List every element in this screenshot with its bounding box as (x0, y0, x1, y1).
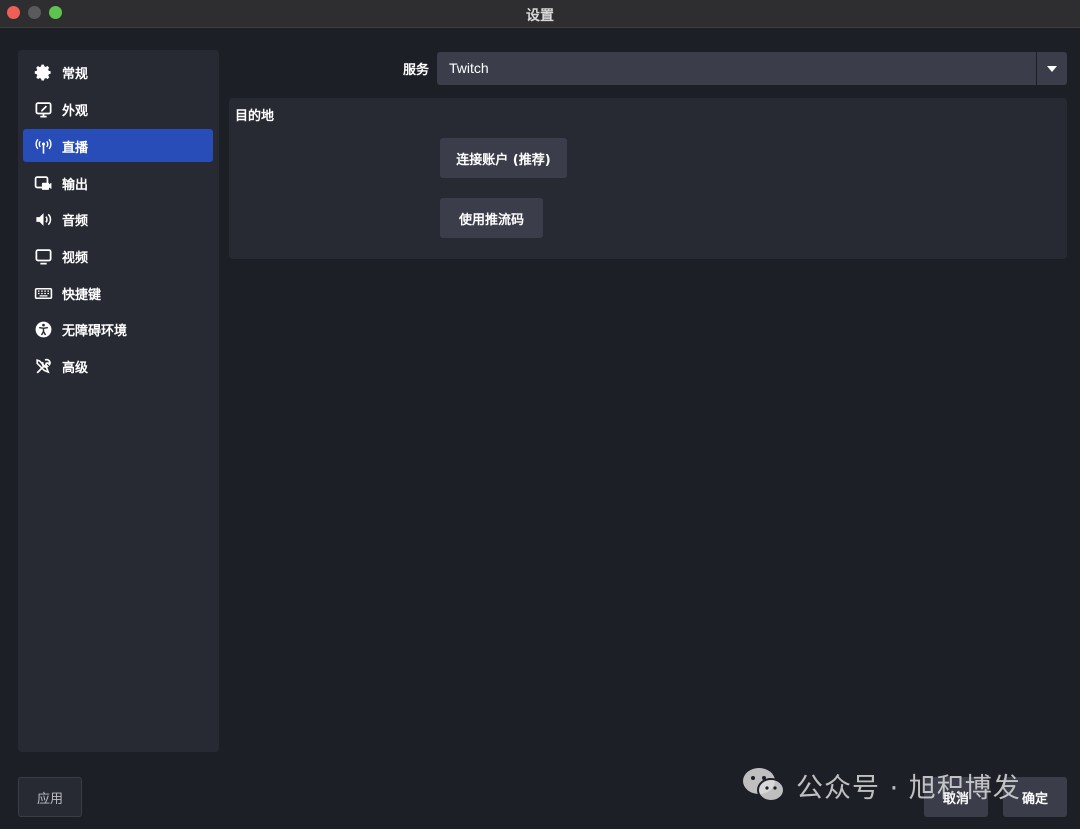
output-icon (33, 173, 53, 193)
sidebar-item-advanced[interactable]: 高级 (23, 349, 213, 382)
sidebar-item-video[interactable]: 视频 (23, 239, 213, 272)
service-value: Twitch (449, 60, 489, 76)
sidebar-item-output[interactable]: 输出 (23, 166, 213, 199)
sidebar-item-label: 常规 (62, 67, 89, 82)
sidebar-item-stream[interactable]: 直播 (23, 129, 213, 162)
monitor-icon (33, 246, 53, 266)
accessibility-icon (33, 319, 53, 339)
use-stream-key-button[interactable]: 使用推流码 (440, 198, 543, 238)
apply-button[interactable]: 应用 (18, 777, 82, 817)
sidebar-item-general[interactable]: 常规 (23, 55, 213, 88)
tools-icon (33, 356, 53, 376)
sidebar-item-label: 音频 (62, 214, 89, 229)
connect-account-button[interactable]: 连接账户 (推荐) (440, 138, 567, 178)
sidebar-item-label: 视频 (62, 251, 89, 266)
cancel-button[interactable]: 取消 (924, 777, 988, 817)
sidebar-item-label: 快捷键 (62, 288, 102, 303)
sidebar-item-label: 无障碍环境 (62, 324, 128, 339)
sidebar-item-audio[interactable]: 音频 (23, 202, 213, 235)
ok-button[interactable]: 确定 (1003, 777, 1067, 817)
service-label: 服务 (403, 63, 430, 78)
destination-title: 目的地 (235, 109, 275, 124)
chevron-down-icon[interactable] (1036, 52, 1067, 85)
broadcast-icon (33, 136, 53, 156)
wechat-logo-icon (743, 768, 785, 802)
window-title: 设置 (526, 8, 554, 24)
sidebar-item-hotkeys[interactable]: 快捷键 (23, 276, 213, 309)
sidebar-item-label: 高级 (62, 361, 89, 376)
sidebar-item-accessibility[interactable]: 无障碍环境 (23, 312, 213, 345)
service-select[interactable]: Twitch (437, 52, 1067, 85)
keyboard-icon (33, 283, 53, 303)
settings-sidebar: 常规 外观 直播 输出 音频 视频 快捷键 无障碍环境 高级 (18, 50, 219, 752)
sidebar-item-label: 输出 (62, 178, 89, 193)
appearance-icon (33, 99, 53, 119)
sidebar-item-appearance[interactable]: 外观 (23, 92, 213, 125)
sidebar-item-label: 外观 (62, 104, 89, 119)
title-bar: 设置 (0, 0, 1080, 28)
sidebar-item-label: 直播 (62, 141, 89, 156)
destination-panel: 目的地 连接账户 (推荐) 使用推流码 (229, 98, 1067, 259)
speaker-icon (33, 209, 53, 229)
gear-icon (33, 62, 53, 82)
